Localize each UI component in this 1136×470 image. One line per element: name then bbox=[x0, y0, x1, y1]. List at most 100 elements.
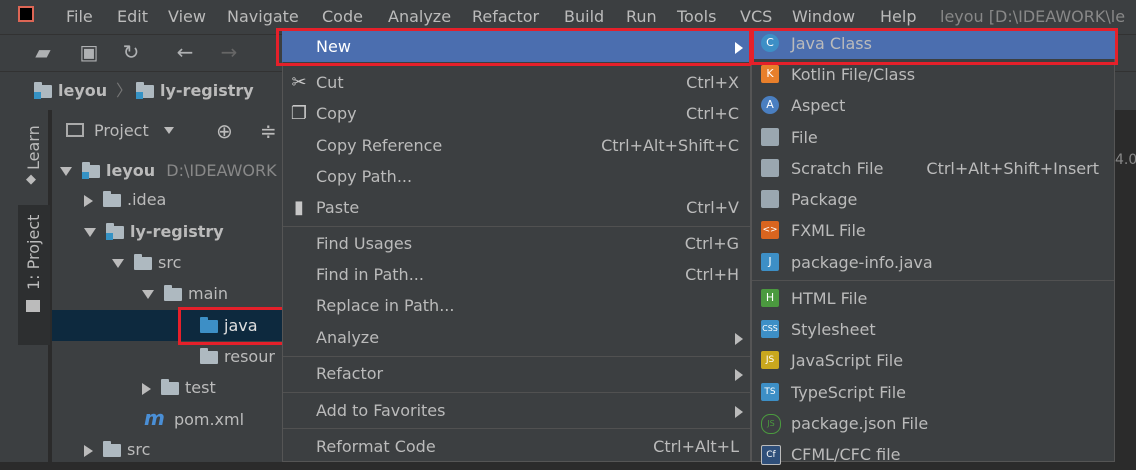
annotation-highlight-java bbox=[178, 307, 288, 345]
app-logo-icon bbox=[18, 6, 34, 22]
project-panel-header: Project ⊕ ≑ bbox=[52, 113, 282, 149]
fxml-icon: <> bbox=[761, 221, 779, 239]
cfml-icon: Cf bbox=[761, 445, 781, 465]
tree-item-resources[interactable]: resour bbox=[52, 341, 282, 372]
breadcrumb-separator-icon: 〉 bbox=[116, 81, 133, 100]
tree-item-main[interactable]: main bbox=[52, 278, 282, 309]
menu-separator bbox=[283, 226, 750, 227]
menu-edit[interactable]: Edit bbox=[117, 0, 148, 34]
collapsed-arrow-icon bbox=[84, 444, 93, 457]
copy-icon: ❐ bbox=[290, 103, 308, 124]
save-icon[interactable]: ▣ bbox=[76, 39, 102, 65]
submenu-arrow-icon bbox=[735, 406, 743, 418]
back-arrow-icon[interactable]: ← bbox=[172, 39, 198, 65]
submenu-item-cfml[interactable]: Cf CFML/CFC file bbox=[751, 439, 1115, 470]
submenu-item-package-info[interactable]: J package-info.java bbox=[751, 247, 1115, 278]
module-folder-icon bbox=[34, 82, 52, 99]
submenu-item-javascript[interactable]: JS JavaScript File bbox=[751, 345, 1115, 376]
annotation-highlight-new bbox=[276, 28, 752, 66]
editor-edge-text: 4.0 bbox=[1115, 152, 1136, 168]
forward-arrow-icon[interactable]: → bbox=[216, 39, 242, 65]
annotation-highlight-java-class bbox=[751, 28, 1118, 65]
learn-icon: ◆ bbox=[26, 172, 36, 187]
menu-item-analyze[interactable]: Analyze bbox=[282, 322, 751, 353]
menu-item-find-in-path[interactable]: Find in Path... Ctrl+H bbox=[282, 259, 751, 290]
menu-item-replace-in-path[interactable]: Replace in Path... bbox=[282, 290, 751, 321]
file-icon bbox=[761, 128, 779, 146]
breadcrumb-leyou[interactable]: leyou bbox=[34, 72, 107, 110]
menu-separator bbox=[283, 428, 750, 429]
breadcrumb-ly-registry[interactable]: ly-registry bbox=[136, 72, 254, 110]
learn-tab[interactable]: Learn bbox=[24, 125, 43, 170]
menu-separator bbox=[283, 392, 750, 393]
expanded-arrow-icon bbox=[142, 290, 154, 299]
expanded-arrow-icon bbox=[112, 259, 124, 268]
tree-item-leyou[interactable]: leyou D:\IDEAWORK bbox=[52, 155, 282, 186]
menu-item-reformat-code[interactable]: Reformat Code Ctrl+Alt+L bbox=[282, 431, 751, 462]
project-tab-label: 1: Project bbox=[24, 214, 43, 290]
menu-item-find-usages[interactable]: Find Usages Ctrl+G bbox=[282, 228, 751, 259]
menu-item-copy-reference[interactable]: Copy Reference Ctrl+Alt+Shift+C bbox=[282, 130, 751, 161]
menu-separator bbox=[752, 280, 1114, 281]
submenu-item-aspect[interactable]: A Aspect bbox=[751, 90, 1115, 121]
expanded-arrow-icon bbox=[84, 228, 96, 237]
project-view-icon bbox=[66, 123, 84, 137]
tree-item-test[interactable]: test bbox=[52, 372, 282, 403]
menu-item-copy[interactable]: ❐ Copy Ctrl+C bbox=[282, 98, 751, 129]
project-view-selector[interactable]: Project bbox=[94, 113, 149, 149]
tree-item-idea[interactable]: .idea bbox=[52, 184, 282, 215]
module-folder-icon bbox=[106, 223, 124, 240]
css-file-icon: CSS bbox=[761, 320, 779, 338]
submenu-item-file[interactable]: File bbox=[751, 122, 1115, 153]
chevron-down-icon[interactable] bbox=[164, 127, 174, 134]
submenu-item-stylesheet[interactable]: CSS Stylesheet bbox=[751, 314, 1115, 345]
package-info-icon: J bbox=[761, 253, 779, 271]
folder-icon bbox=[164, 285, 182, 301]
menu-file[interactable]: File bbox=[66, 0, 93, 34]
ts-file-icon: TS bbox=[761, 383, 779, 401]
package-icon bbox=[761, 190, 779, 208]
scissors-icon: ✂ bbox=[291, 72, 307, 93]
submenu-item-scratch-file[interactable]: Scratch File Ctrl+Alt+Shift+Insert bbox=[751, 153, 1115, 184]
submenu-item-typescript[interactable]: TS TypeScript File bbox=[751, 377, 1115, 408]
folder-icon bbox=[103, 441, 121, 457]
kotlin-icon: K bbox=[761, 65, 779, 83]
resources-folder-icon bbox=[200, 348, 218, 364]
tree-item-src-root[interactable]: src bbox=[52, 434, 282, 465]
folder-icon bbox=[103, 191, 121, 207]
menu-item-refactor[interactable]: Refactor bbox=[282, 358, 751, 389]
submenu-item-fxml[interactable]: <> FXML File bbox=[751, 215, 1115, 246]
module-folder-icon bbox=[82, 162, 100, 179]
collapsed-arrow-icon bbox=[84, 194, 93, 207]
html-file-icon: H bbox=[761, 289, 779, 307]
folder-icon bbox=[161, 379, 179, 395]
menu-item-cut[interactable]: ✂ Cut Ctrl+X bbox=[282, 67, 751, 98]
folder-icon bbox=[134, 254, 152, 270]
sync-icon[interactable]: ↻ bbox=[118, 39, 144, 65]
menu-item-add-to-favorites[interactable]: Add to Favorites bbox=[282, 395, 751, 426]
aspect-icon: A bbox=[761, 96, 779, 114]
open-folder-icon[interactable]: ▰ bbox=[30, 39, 56, 65]
expanded-arrow-icon bbox=[60, 167, 72, 176]
menu-item-copy-path[interactable]: Copy Path... bbox=[282, 161, 751, 192]
submenu-arrow-icon bbox=[735, 333, 743, 345]
js-file-icon: JS bbox=[761, 351, 779, 369]
submenu-item-package[interactable]: Package bbox=[751, 184, 1115, 215]
submenu-item-package-json[interactable]: JS package.json File bbox=[751, 408, 1115, 439]
tree-item-src[interactable]: src bbox=[52, 247, 282, 278]
module-folder-icon bbox=[136, 82, 154, 99]
maven-icon: m bbox=[144, 406, 165, 430]
menu-view[interactable]: View bbox=[168, 0, 206, 34]
collapse-icon[interactable]: ≑ bbox=[260, 115, 277, 147]
package-json-icon: JS bbox=[761, 414, 781, 434]
crosshair-icon[interactable]: ⊕ bbox=[216, 115, 233, 147]
menu-separator bbox=[283, 356, 750, 357]
submenu-item-html[interactable]: H HTML File bbox=[751, 283, 1115, 314]
tree-item-pom[interactable]: m pom.xml bbox=[52, 403, 282, 434]
tree-item-ly-registry[interactable]: ly-registry bbox=[52, 216, 282, 247]
scratch-file-icon bbox=[761, 159, 779, 177]
clipboard-icon: ▮ bbox=[294, 197, 304, 218]
submenu-arrow-icon bbox=[735, 369, 743, 381]
menu-item-paste[interactable]: ▮ Paste Ctrl+V bbox=[282, 192, 751, 223]
collapsed-arrow-icon bbox=[142, 382, 151, 395]
